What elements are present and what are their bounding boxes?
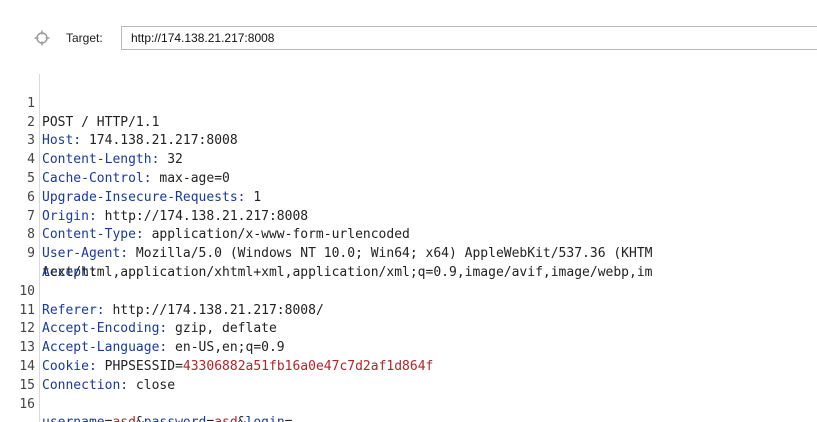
header-line-upgrade-insecure-requests: 5 Upgrade-Insecure-Requests: 1	[0, 151, 817, 205]
header-line-content-type: 7 Content-Type: application/x-www-form-u…	[0, 189, 817, 243]
param-name: password	[144, 415, 207, 422]
header-line-host: 2 Host: 174.138.21.217:8008	[0, 95, 817, 149]
header-line-user-agent: 8 User-Agent: Mozilla/5.0 (Windows NT 10…	[0, 208, 817, 261]
header-line-accept-language: 12 Accept-Language: en-US,en;q=0.9	[0, 302, 817, 355]
header-line-accept-continuation: text/html,application/xhtml+xml,applicat…	[0, 245, 817, 280]
target-bar: Target:	[0, 0, 817, 75]
header-line-accept-encoding: 11 Accept-Encoding: gzip, deflate	[0, 283, 817, 337]
header-line-connection: 14 Connection: close	[0, 339, 817, 393]
header-line-cache-control: 4 Cache-Control: max-age=0	[0, 132, 817, 186]
param-name: login	[246, 415, 285, 422]
param-separator: &	[238, 415, 246, 422]
request-line: 1 POST / HTTP/1.1	[0, 76, 817, 130]
crosshair-icon[interactable]	[34, 30, 50, 46]
target-label: Target:	[66, 31, 103, 45]
param-separator: &	[136, 415, 144, 422]
param-value: asd	[112, 415, 135, 422]
header-line-accept: 9 Accept:	[0, 226, 817, 280]
target-url-input[interactable]	[121, 26, 817, 50]
param-name: username	[42, 415, 105, 422]
header-line-content-length: 3 Content-Length: 32	[0, 114, 817, 167]
param-value: asd	[214, 415, 237, 422]
request-editor[interactable]: 1 POST / HTTP/1.1 2 Host: 174.138.21.217…	[0, 74, 817, 422]
request-lines: 1 POST / HTTP/1.1 2 Host: 174.138.21.217…	[0, 76, 817, 422]
line-number: 16	[19, 396, 35, 412]
param-equals: =	[285, 415, 293, 422]
header-line-origin: 6 Origin: http://174.138.21.217:8008	[0, 170, 817, 224]
body-line: 16 username=asd&password=asd&login=	[0, 377, 817, 422]
header-line-referer: 10 Referer: http://174.138.21.217:8008/	[0, 264, 817, 318]
blank-line: 15	[0, 358, 817, 393]
header-line-cookie: 13 Cookie: PHPSESSID=43306882a51fb16a0e4…	[0, 320, 817, 374]
